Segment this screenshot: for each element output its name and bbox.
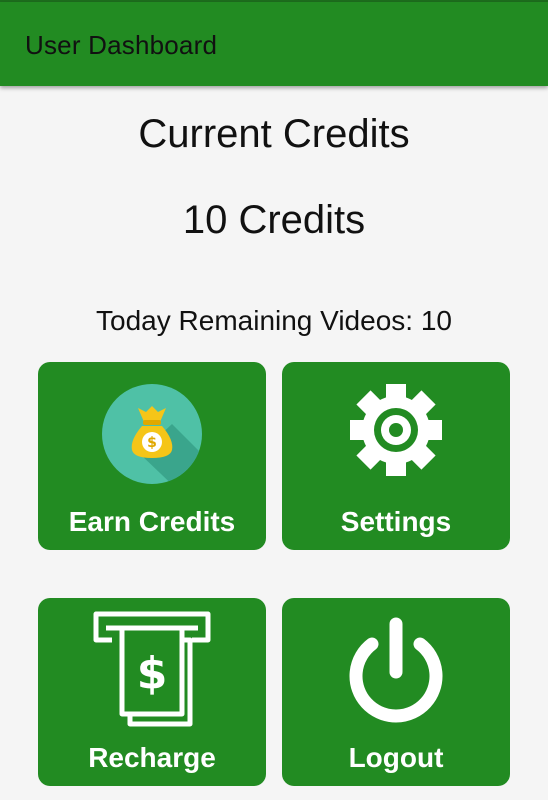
- money-bag-icon: $: [102, 384, 202, 484]
- current-credits-heading: Current Credits: [138, 112, 410, 156]
- logout-label: Logout: [348, 742, 444, 773]
- atm-cash-icon: $: [93, 611, 211, 727]
- settings-label: Settings: [340, 506, 452, 537]
- svg-text:$: $: [147, 435, 157, 451]
- power-icon: [349, 617, 443, 723]
- earn-credits-label: Earn Credits: [68, 506, 236, 537]
- logout-button[interactable]: Logout: [282, 598, 510, 786]
- recharge-button[interactable]: $ Recharge: [38, 598, 266, 786]
- app-bar: User Dashboard: [0, 2, 548, 86]
- gear-icon: [350, 384, 442, 476]
- app-bar-title: User Dashboard: [25, 30, 218, 60]
- credits-value: 10 Credits: [182, 198, 366, 242]
- recharge-label: Recharge: [88, 742, 216, 773]
- settings-button[interactable]: Settings: [282, 362, 510, 550]
- svg-text:$: $: [137, 648, 168, 699]
- remaining-videos-text: Today Remaining Videos: 10: [96, 305, 452, 336]
- earn-credits-button[interactable]: $ Earn Credits: [38, 362, 266, 550]
